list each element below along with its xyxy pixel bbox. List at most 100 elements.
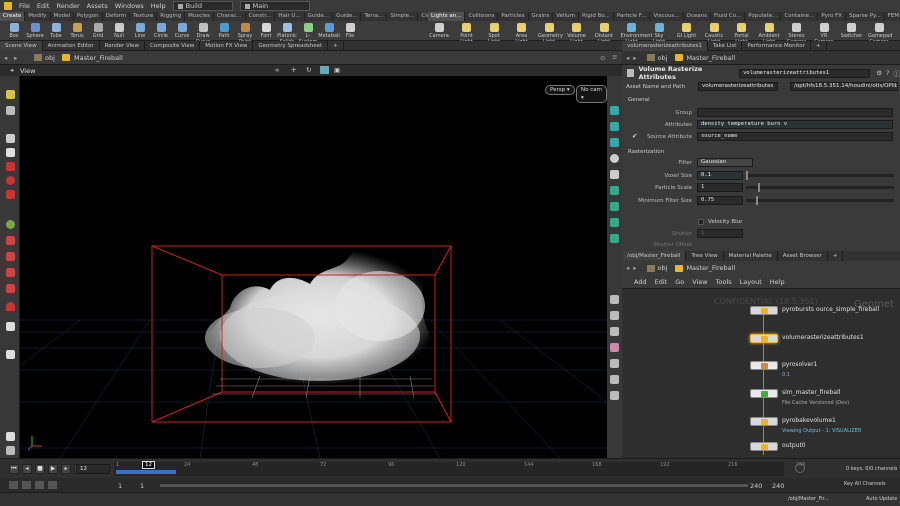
- general-folder-tab[interactable]: General: [628, 97, 650, 103]
- pane-tab-render-view[interactable]: Render View: [100, 40, 146, 51]
- display-light-icon[interactable]: [610, 170, 619, 179]
- net-menu-go[interactable]: Go: [675, 278, 684, 286]
- tool-torus[interactable]: Torus: [66, 23, 88, 39]
- network-node-pyrosolver1[interactable]: [750, 361, 778, 370]
- tool-file[interactable]: File: [339, 23, 361, 39]
- play-button[interactable]: ▶: [48, 464, 58, 474]
- min-filter-field[interactable]: 0.75: [697, 196, 743, 205]
- desktop-dropdown[interactable]: Build: [172, 1, 233, 11]
- shelf-tab-sparse-py[interactable]: Sparse Py...: [846, 12, 885, 21]
- tool-grid[interactable]: Grid: [87, 23, 109, 39]
- shelf-tab-populate[interactable]: Populate...: [745, 12, 782, 21]
- shelf-tab-modify[interactable]: Modify: [25, 12, 51, 21]
- shelf-tab-containe[interactable]: Containe...: [781, 12, 819, 21]
- back-arrow-icon[interactable]: ◂: [626, 54, 629, 62]
- rotate-handle-icon[interactable]: [6, 176, 15, 185]
- step-back-button[interactable]: ◂: [22, 464, 32, 474]
- net-color-icon[interactable]: [610, 343, 619, 352]
- pane-tab-motion-fx-view[interactable]: Motion FX View: [200, 40, 254, 51]
- snap-point-icon[interactable]: [6, 284, 15, 293]
- audio-icon[interactable]: [35, 481, 44, 489]
- shelf-tab-oceans[interactable]: Oceans: [684, 12, 711, 21]
- asset-name-dropdown[interactable]: volumerasterizeattributes: [698, 82, 778, 91]
- source-attr-checkbox[interactable]: ✔: [632, 132, 637, 140]
- net-note-icon[interactable]: [610, 375, 619, 384]
- pane-tab-composite-view[interactable]: Composite View: [145, 40, 201, 51]
- forward-arrow-icon[interactable]: ▸: [633, 54, 636, 62]
- net-grid-icon[interactable]: [610, 327, 619, 336]
- pane-tab-take-list[interactable]: Take List: [708, 40, 743, 51]
- tool-camera[interactable]: Camera: [428, 23, 450, 39]
- display-camera-icon[interactable]: [610, 234, 619, 243]
- tool-null[interactable]: Null: [108, 23, 130, 39]
- camera-tool-icon[interactable]: ⟡: [275, 66, 279, 75]
- pane-menu-icon[interactable]: ≡: [612, 53, 617, 61]
- vp-path-node[interactable]: Master_Fireball: [74, 54, 123, 62]
- stop-button[interactable]: ■: [35, 464, 45, 474]
- shelf-tab-pyro-fx[interactable]: Pyro FX: [818, 12, 847, 21]
- keyframe-button[interactable]: [795, 463, 805, 473]
- cup-icon[interactable]: [6, 350, 15, 359]
- snapshot-icon[interactable]: ▣: [334, 66, 340, 74]
- loop-icon[interactable]: [22, 481, 31, 489]
- group-field[interactable]: [697, 108, 893, 117]
- parm-path-obj[interactable]: obj: [658, 54, 668, 62]
- net-tab-material-palette[interactable]: Material Palette: [724, 251, 778, 261]
- tool-path[interactable]: Path: [213, 23, 235, 39]
- render-region-icon[interactable]: [6, 432, 15, 441]
- pose-tool-icon[interactable]: [6, 134, 15, 143]
- pane-tab-performance-monitor[interactable]: Performance Monitor: [742, 40, 811, 51]
- pin-icon[interactable]: ⊙: [600, 54, 605, 62]
- shelf-tab-viscous[interactable]: Viscous...: [650, 12, 684, 21]
- add-pane-tab-button[interactable]: +: [828, 251, 844, 261]
- shelf-tab-muscles[interactable]: Muscles: [185, 12, 214, 21]
- network-node-sim-master-fireball[interactable]: [750, 389, 778, 398]
- range-icon[interactable]: [48, 481, 57, 489]
- tool-font[interactable]: Font: [255, 23, 277, 39]
- snap-icon[interactable]: [6, 252, 15, 261]
- display-shaded-icon[interactable]: [610, 138, 619, 147]
- voxel-size-slider[interactable]: [746, 174, 894, 177]
- shelf-tab-cloud-fx[interactable]: Cloud FX: [418, 12, 428, 21]
- cut-icon[interactable]: [6, 322, 15, 331]
- step-forward-button[interactable]: ▸: [61, 464, 71, 474]
- pane-tab-volumerasterizeattributes1[interactable]: volumerasterizeattributes1: [622, 40, 708, 51]
- shelf-tab-particle-f[interactable]: Particle F...: [614, 12, 651, 21]
- tool-line[interactable]: Line: [129, 23, 151, 39]
- shelf-tab-charac[interactable]: Charac...: [214, 12, 246, 21]
- status-path[interactable]: /obj/Master_Fir...: [788, 496, 829, 502]
- back-arrow-icon[interactable]: ◂: [626, 264, 629, 272]
- timeline-track[interactable]: 12 1 24 48 72 96 120 144 168 192 216 240: [114, 461, 806, 476]
- vp-path-obj[interactable]: obj: [45, 54, 55, 62]
- shelf-tab-create[interactable]: Create: [0, 12, 26, 21]
- magnet-icon[interactable]: [6, 302, 15, 311]
- persp-camera-button[interactable]: Persp ▾: [545, 85, 575, 95]
- display-flag-icon[interactable]: [610, 186, 619, 195]
- frame-marker[interactable]: 12: [142, 461, 155, 469]
- shelf-tab-hair-u[interactable]: Hair U...: [275, 12, 305, 21]
- voxel-size-field[interactable]: 0.1: [697, 171, 743, 180]
- range-start2-field[interactable]: 1: [140, 482, 144, 490]
- snapshot-small-icon[interactable]: [6, 446, 15, 455]
- net-menu-layout[interactable]: Layout: [740, 278, 762, 286]
- net-tab-obj-master-fireball[interactable]: /obj/Master_Fireball: [622, 251, 687, 261]
- shelf-tab-polygon[interactable]: Polygon: [74, 12, 103, 21]
- shelf-tab-guide[interactable]: Guide...: [333, 12, 362, 21]
- attributes-field[interactable]: density temperature burn v: [697, 120, 893, 129]
- range-slider[interactable]: [160, 484, 748, 487]
- shelf-tab-fem[interactable]: FEM: [885, 12, 900, 21]
- range-end-field[interactable]: 240: [750, 482, 762, 490]
- tool-sphere[interactable]: Sphere: [24, 23, 46, 39]
- context-dropdown[interactable]: Main: [239, 1, 310, 11]
- range-end2-field[interactable]: 240: [772, 482, 784, 490]
- display-ghost-icon[interactable]: [610, 202, 619, 211]
- shelf-tab-rigid-bo[interactable]: Rigid Bo...: [579, 12, 614, 21]
- help-icon[interactable]: ?: [886, 69, 889, 77]
- display-wire-icon[interactable]: [610, 122, 619, 131]
- net-list-icon[interactable]: [610, 311, 619, 320]
- jump-start-button[interactable]: ⏮: [9, 464, 19, 474]
- viewport-menu-icon[interactable]: ◂: [10, 66, 13, 74]
- menu-edit[interactable]: Edit: [37, 2, 50, 10]
- scene-viewport[interactable]: Persp ▾ No cam ▾: [20, 76, 607, 458]
- key-all-channels-button[interactable]: Key All Channels: [844, 481, 886, 487]
